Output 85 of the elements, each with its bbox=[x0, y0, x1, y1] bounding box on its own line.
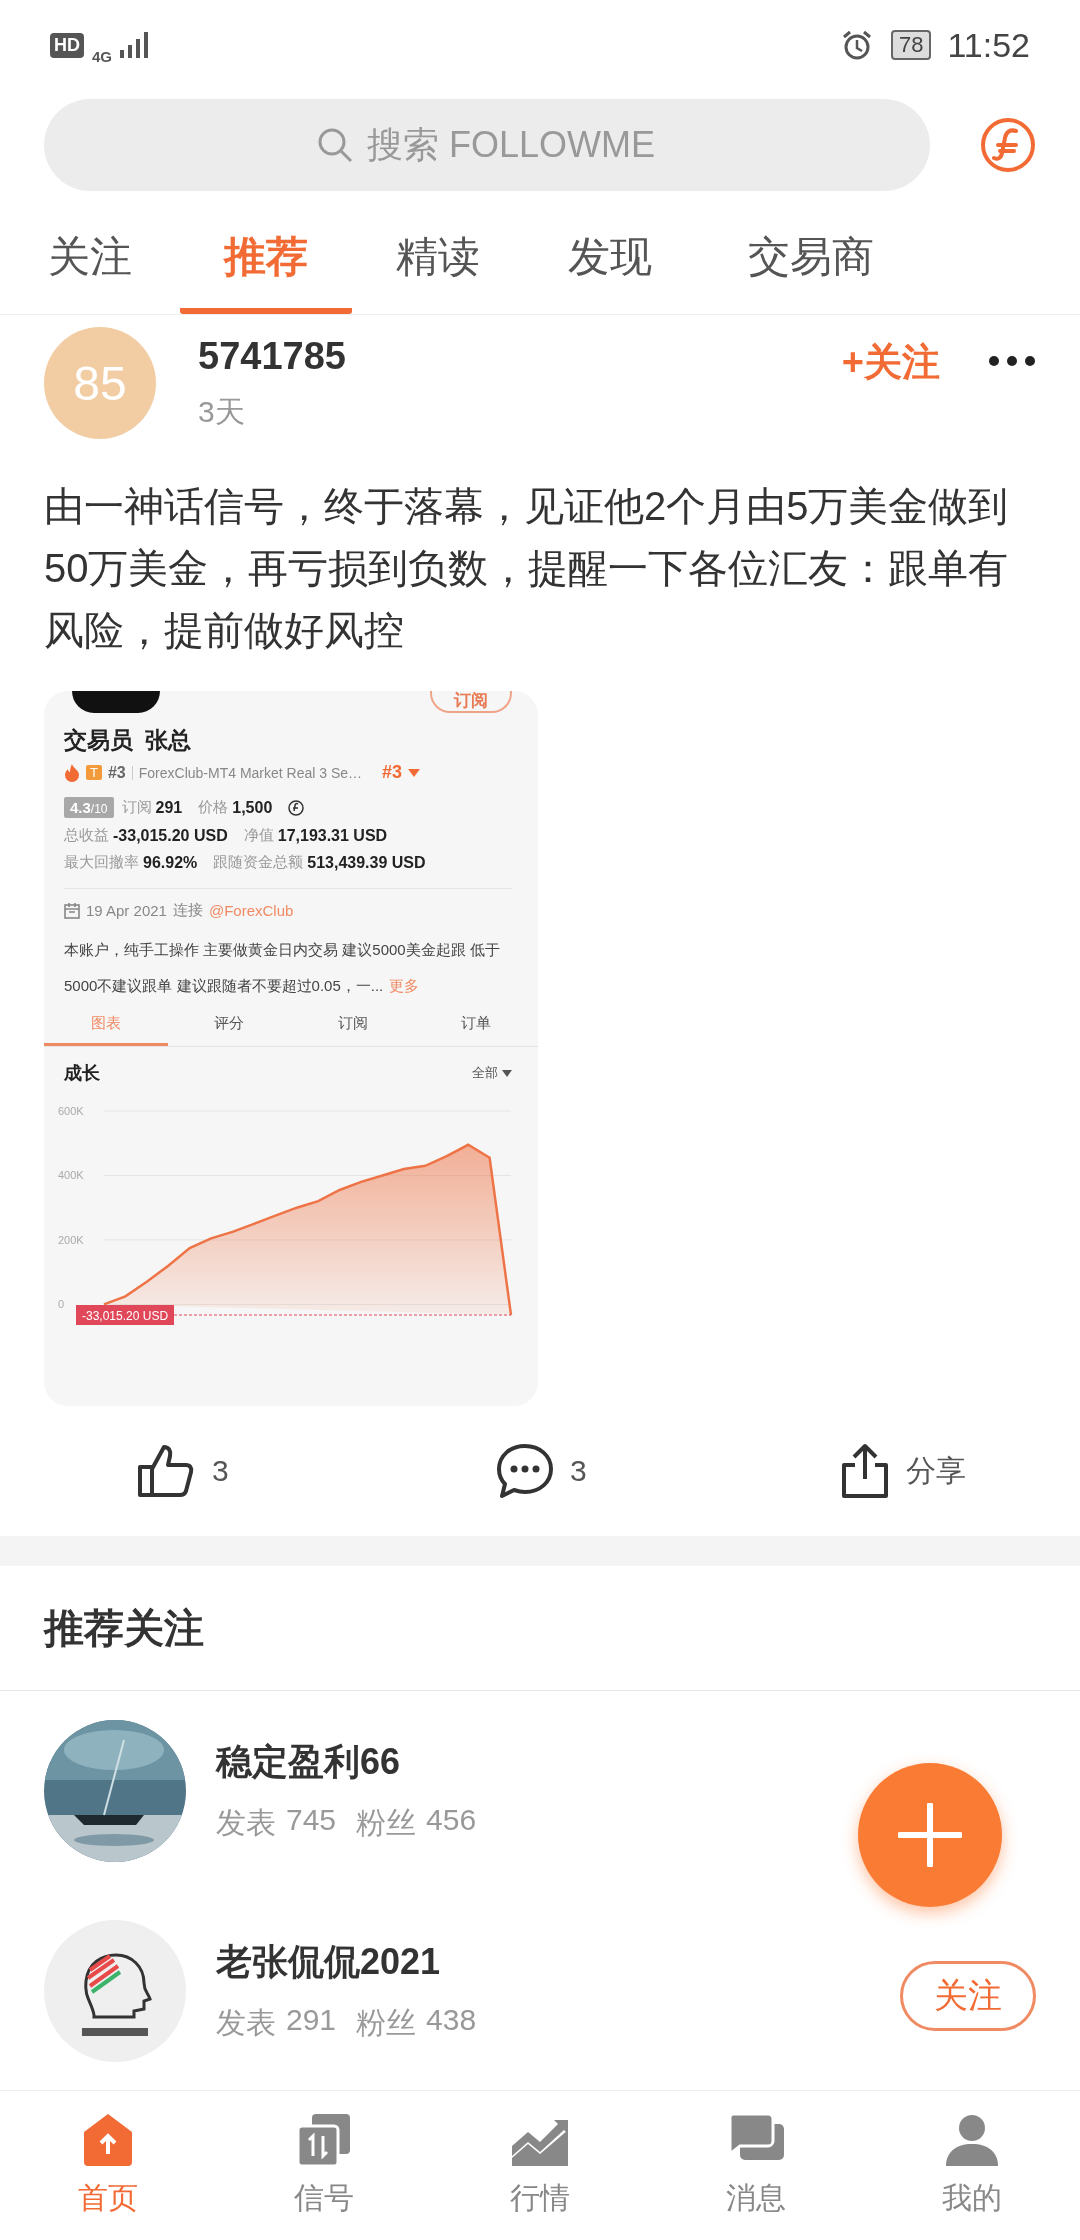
score-badge: 4.3/10 bbox=[64, 797, 114, 818]
trader-label: 交易员 bbox=[64, 726, 133, 755]
feed-tab[interactable]: 关注 bbox=[0, 200, 180, 314]
chart-title: 成长 bbox=[64, 1062, 101, 1085]
value-tag: -33,015.20 USD bbox=[76, 1305, 174, 1325]
nav-tab[interactable]: 我的 bbox=[864, 2091, 1080, 2240]
action-count[interactable]: 分享 bbox=[906, 1450, 966, 1492]
stat-value: 96.92% bbox=[143, 853, 198, 872]
clock-time: 11:52 bbox=[947, 25, 1030, 65]
cards-icon bbox=[296, 2112, 352, 2168]
subscribe-button: 订阅 bbox=[430, 691, 512, 713]
range-selector: 全部 bbox=[472, 1064, 498, 1082]
rank-label: #3 bbox=[107, 763, 126, 782]
rank-selector: #3 bbox=[382, 762, 403, 783]
more-icon[interactable] bbox=[988, 355, 1036, 367]
server-name: ForexClub-MT4 Market Real 3 Se… bbox=[138, 764, 363, 781]
more-link: 更多 bbox=[389, 977, 420, 994]
feed-tab[interactable]: 发现 bbox=[524, 200, 696, 314]
tier-badge: T bbox=[86, 765, 102, 780]
caret-icon bbox=[408, 768, 421, 777]
calendar-icon bbox=[64, 902, 80, 919]
user-name[interactable]: 老张侃侃2021 bbox=[216, 1938, 441, 1987]
stat-label: 发表 bbox=[216, 1805, 276, 1841]
stat-value: 438 bbox=[426, 2003, 477, 2038]
stat-label: 订阅 bbox=[121, 798, 152, 817]
embedded-screenshot[interactable] bbox=[44, 691, 538, 1406]
signal-icon bbox=[120, 32, 150, 58]
stat-value: -33,015.20 USD bbox=[113, 826, 228, 845]
broker-link: @ForexClub bbox=[208, 902, 294, 919]
stat-value: 456 bbox=[426, 1803, 477, 1838]
comment-icon[interactable] bbox=[496, 1443, 554, 1499]
detail-tab-label: 图表 bbox=[44, 1008, 168, 1046]
author-name[interactable]: 5741785 bbox=[198, 335, 842, 378]
plus-icon bbox=[898, 1803, 962, 1867]
annotation: -33,015.20 USD bbox=[82, 1309, 169, 1323]
detail-tab-label: 订单 bbox=[460, 1013, 493, 1033]
trader-name: 张总 bbox=[145, 726, 191, 755]
detail-tab-label: 订阅 bbox=[336, 1013, 369, 1033]
stat-label: 跟随资金总额 bbox=[213, 853, 304, 872]
action-count[interactable]: 3 bbox=[212, 1454, 229, 1488]
network-type: 4G bbox=[92, 47, 112, 65]
stat-value: 513,439.39 USD bbox=[307, 853, 426, 872]
y-tick-label: 0 bbox=[58, 1298, 65, 1311]
post-text: 由一神话信号，终于落幕，见证他2个月由5万美金做到50万美金，再亏损到负数，提醒一下各位汇友：跟单有风险，提前做好风控 bbox=[43, 483, 1010, 654]
create-post-button[interactable] bbox=[858, 1763, 1002, 1907]
section-title: 推荐关注 bbox=[0, 1566, 1080, 1691]
stat-value: 17,193.31 USD bbox=[277, 826, 388, 845]
stat-label: 粉丝 bbox=[356, 1805, 417, 1841]
feed-tab[interactable]: 精读 bbox=[352, 200, 524, 314]
post-time: 3天 bbox=[198, 394, 246, 430]
connect-date: 19 Apr 2021 bbox=[86, 902, 167, 919]
action-count[interactable]: 3 bbox=[570, 1454, 587, 1488]
search-bar[interactable]: 搜索 FOLLOWME bbox=[44, 99, 930, 191]
account-description: 本账户，纯手工操作 主要做黄金日内交易 建议5000美金起跟 低于5000不建议跟单 建议跟随者不要超过0.05，一... 更多 bbox=[64, 940, 501, 996]
logo-icon[interactable] bbox=[980, 117, 1036, 173]
stat-value: 291 bbox=[155, 798, 183, 817]
alarm-icon bbox=[840, 29, 873, 61]
person-icon bbox=[944, 2112, 1000, 2168]
feed-tab[interactable]: 交易商 bbox=[696, 200, 926, 314]
stat-label: 粉丝 bbox=[356, 2005, 417, 2041]
stat-label: 净值 bbox=[243, 826, 274, 845]
nav-tab[interactable]: 消息 bbox=[648, 2091, 864, 2240]
home-icon bbox=[82, 2112, 134, 2168]
detail-tab-label: 评分 bbox=[213, 1013, 246, 1033]
stat-label: 发表 bbox=[216, 2005, 276, 2041]
connect-label: 连接 bbox=[172, 901, 203, 920]
user-name[interactable]: 稳定盈利66 bbox=[216, 1738, 401, 1787]
stat-value: 291 bbox=[286, 2003, 337, 2038]
search-field[interactable]: 搜索 FOLLOWME bbox=[365, 123, 659, 167]
caret-icon bbox=[502, 1069, 512, 1077]
stat-label: 最大回撤率 bbox=[64, 853, 139, 872]
y-tick-label: 400K bbox=[58, 1169, 84, 1182]
stat-value: 1,500 bbox=[232, 798, 273, 817]
nav-tab[interactable]: 信号 bbox=[216, 2091, 432, 2240]
stat-label: 总收益 bbox=[64, 826, 109, 845]
share-icon[interactable] bbox=[840, 1443, 890, 1499]
stat-value: 745 bbox=[286, 1803, 337, 1838]
y-tick-label: 600K bbox=[58, 1105, 84, 1117]
thumbs-up-icon[interactable] bbox=[136, 1443, 196, 1499]
stat-label: 价格 bbox=[198, 798, 229, 817]
y-tick-label: 200K bbox=[58, 1233, 84, 1246]
battery-indicator: 78 bbox=[890, 30, 932, 60]
flame-icon bbox=[64, 763, 80, 782]
nav-tab[interactable]: 行情 bbox=[432, 2091, 648, 2240]
hd-badge: HD bbox=[50, 32, 84, 58]
